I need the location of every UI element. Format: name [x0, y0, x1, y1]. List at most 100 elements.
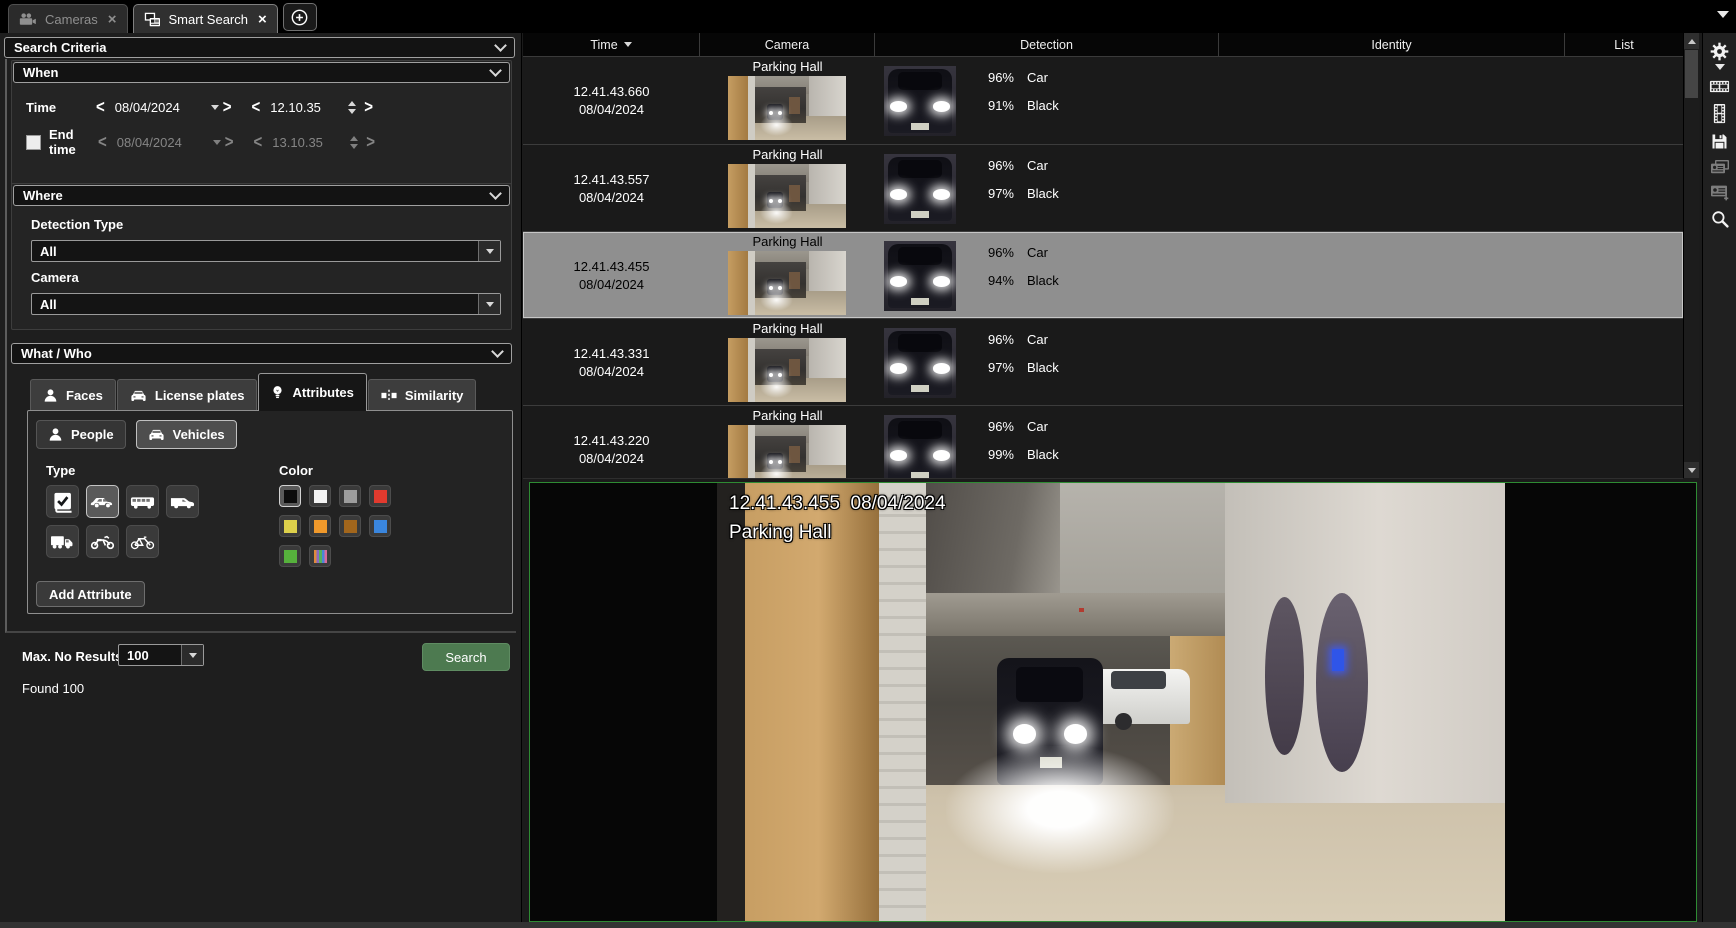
type-van-button[interactable]	[166, 485, 199, 518]
type-bus-button[interactable]	[126, 485, 159, 518]
detection-confidence: 96%	[972, 419, 1014, 434]
dropdown-arrow-icon[interactable]	[181, 645, 203, 665]
camera-dropdown[interactable]: All	[31, 293, 501, 315]
color-gray-button[interactable]	[339, 485, 361, 507]
color-swatch	[344, 520, 357, 533]
color-multicolor-button[interactable]	[309, 545, 331, 567]
time-next-icon[interactable]: >	[362, 132, 379, 152]
close-icon[interactable]: ×	[108, 11, 117, 28]
result-row[interactable]: 12.41.43.557 08/04/2024 Parking Hall 96%…	[523, 144, 1683, 231]
detection-thumbnail[interactable]	[884, 328, 956, 398]
result-camera-cell: Parking Hall	[700, 57, 875, 144]
date-prev-icon[interactable]: <	[92, 97, 109, 117]
vehicles-button[interactable]: Vehicles	[136, 420, 237, 449]
result-row[interactable]: 12.41.43.220 08/04/2024 Parking Hall 96%…	[523, 405, 1683, 478]
color-blue-button[interactable]	[369, 515, 391, 537]
detection-label: Car	[1027, 419, 1048, 434]
save-button[interactable]	[1711, 133, 1728, 150]
scroll-down-icon[interactable]	[1684, 462, 1699, 478]
column-header-list[interactable]: List	[1565, 33, 1683, 56]
dropdown-arrow-icon[interactable]	[478, 294, 500, 314]
color-red-button[interactable]	[369, 485, 391, 507]
results-scrollbar[interactable]	[1683, 33, 1699, 478]
add-attribute-button[interactable]: Add Attribute	[36, 581, 145, 607]
date-dropdown-icon[interactable]	[211, 105, 219, 110]
type-all-types-button[interactable]	[46, 485, 79, 518]
start-date-value[interactable]: 08/04/2024	[109, 100, 211, 115]
end-date-value[interactable]: 08/04/2024	[111, 135, 213, 150]
date-prev-icon[interactable]: <	[94, 132, 111, 152]
start-time-value[interactable]: 12.10.35	[264, 100, 344, 115]
camera-thumbnail[interactable]	[728, 425, 846, 478]
type-motorcycle-button[interactable]	[86, 525, 119, 558]
color-brown-button[interactable]	[339, 515, 361, 537]
tab-cameras[interactable]: Cameras ×	[8, 4, 128, 33]
when-header[interactable]: When	[13, 62, 510, 83]
camera-thumbnail[interactable]	[728, 76, 846, 140]
end-time-checkbox[interactable]	[26, 135, 41, 150]
time-spinner[interactable]	[350, 136, 358, 149]
detection-thumbnail[interactable]	[884, 415, 956, 478]
type-car-button[interactable]	[86, 485, 119, 518]
detection-thumbnail[interactable]	[884, 241, 956, 311]
people-button[interactable]: People	[36, 420, 126, 449]
tab-attributes[interactable]: Attributes	[258, 373, 366, 411]
color-orange-button[interactable]	[309, 515, 331, 537]
tab-faces[interactable]: Faces	[30, 379, 116, 411]
detection-thumbnail[interactable]	[884, 66, 956, 136]
camera-thumbnail[interactable]	[728, 251, 846, 315]
camera-thumbnail[interactable]	[728, 164, 846, 228]
tab-smart-search[interactable]: Smart Search ×	[133, 4, 278, 33]
type-bicycle-button[interactable]	[126, 525, 159, 558]
date-next-icon[interactable]: >	[219, 97, 236, 117]
camera-thumbnail[interactable]	[728, 338, 846, 402]
settings-gear-button[interactable]	[1709, 41, 1730, 70]
result-row[interactable]: 12.41.43.455 08/04/2024 Parking Hall 96%…	[523, 231, 1683, 318]
result-detection-cell: 96%Car97%Black	[875, 319, 1219, 405]
bicycle-icon	[130, 534, 155, 550]
color-black-button[interactable]	[279, 485, 301, 507]
dropdown-arrow-icon[interactable]	[478, 241, 500, 261]
what-who-header[interactable]: What / Who	[11, 343, 512, 364]
scroll-up-icon[interactable]	[1684, 33, 1699, 49]
color-white-button[interactable]	[309, 485, 331, 507]
tab-license-plates[interactable]: License plates	[117, 379, 258, 411]
detection-thumbnail[interactable]	[884, 154, 956, 224]
column-header-time[interactable]: Time	[523, 33, 700, 56]
time-next-icon[interactable]: >	[360, 97, 377, 117]
column-header-camera[interactable]: Camera	[700, 33, 875, 56]
search-button[interactable]: Search	[422, 643, 510, 671]
color-yellow-button[interactable]	[279, 515, 301, 537]
filmstrip-vertical-button[interactable]	[1712, 103, 1727, 124]
end-time-value[interactable]: 13.10.35	[266, 135, 346, 150]
color-green-button[interactable]	[279, 545, 301, 567]
camera-name-label: Parking Hall	[700, 147, 875, 162]
result-row[interactable]: 12.41.43.331 08/04/2024 Parking Hall 96%…	[523, 318, 1683, 405]
add-tab-button[interactable]	[283, 3, 317, 31]
video-preview[interactable]: 12.41.43.455 08/04/2024 Parking Hall	[529, 482, 1697, 922]
scrollbar-thumb[interactable]	[1685, 50, 1698, 98]
date-next-icon[interactable]: >	[221, 132, 238, 152]
detection-type-dropdown[interactable]: All	[31, 240, 501, 262]
max-results-dropdown[interactable]: 100	[118, 644, 204, 666]
detection-type-value: All	[32, 244, 57, 259]
result-identity-cell	[1219, 232, 1565, 318]
column-header-detection[interactable]: Detection	[875, 33, 1219, 56]
search-criteria-header[interactable]: Search Criteria	[4, 37, 515, 58]
search-magnifier-button[interactable]	[1711, 210, 1729, 228]
column-header-identity[interactable]: Identity	[1219, 33, 1565, 56]
time-prev-icon[interactable]: <	[250, 132, 267, 152]
filmstrip-horizontal-button[interactable]	[1709, 79, 1730, 94]
tab-overflow-caret-icon[interactable]	[1717, 11, 1729, 18]
type-truck-button[interactable]	[46, 525, 79, 558]
time-prev-icon[interactable]: <	[248, 97, 265, 117]
camera-label: Camera	[31, 270, 79, 285]
date-dropdown-icon[interactable]	[213, 140, 221, 145]
detection-label: Black	[1027, 360, 1059, 375]
tab-similarity[interactable]: Similarity	[368, 379, 477, 411]
where-header[interactable]: Where	[13, 185, 510, 206]
time-spinner[interactable]	[348, 101, 356, 114]
check-all-icon	[52, 491, 74, 513]
result-row[interactable]: 12.41.43.660 08/04/2024 Parking Hall 96%…	[523, 57, 1683, 144]
close-icon[interactable]: ×	[258, 11, 267, 28]
